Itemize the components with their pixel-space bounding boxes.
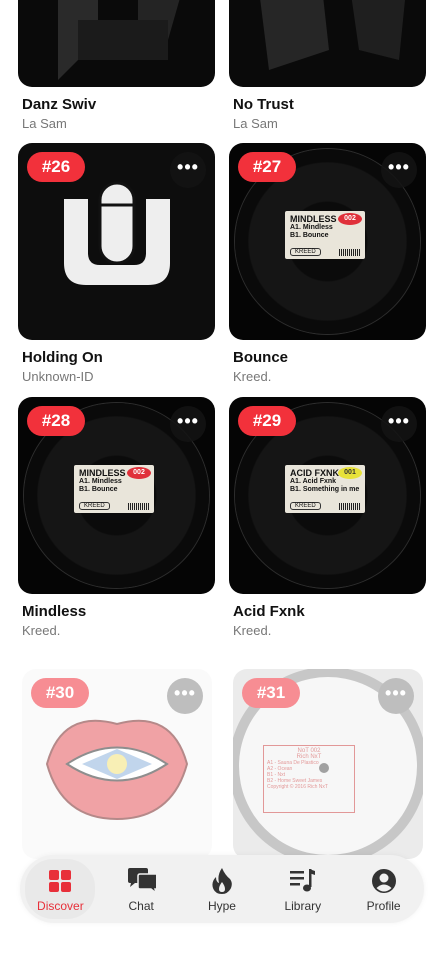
- person-circle-icon: [369, 866, 399, 896]
- nav-profile[interactable]: Profile: [349, 859, 419, 919]
- label-side-b: B1. Bounce: [290, 232, 329, 239]
- track-card[interactable]: MINDLESS 002 A1. Mindless B1. Bounce KRE…: [229, 143, 426, 384]
- track-title: Acid Fxnk: [233, 603, 305, 620]
- label-side-a: A1. Acid Fxnk: [290, 478, 337, 485]
- label-code: KREED: [290, 248, 321, 256]
- track-card[interactable]: #30 •••: [22, 669, 219, 859]
- more-options-button[interactable]: •••: [170, 152, 206, 188]
- label-side-b: B1. Bounce: [79, 486, 118, 493]
- album-art[interactable]: [18, 0, 215, 87]
- barcode-icon: [339, 503, 361, 510]
- label-side-b: B1. Something in me: [290, 486, 360, 493]
- track-card[interactable]: No Trust La Sam: [229, 0, 426, 131]
- rank-badge: #27: [238, 152, 296, 182]
- nav-label: Profile: [366, 898, 401, 913]
- more-options-button[interactable]: •••: [381, 152, 417, 188]
- label-tag: 001: [338, 467, 362, 479]
- track-card[interactable]: #26 ••• Holding On Unknown-ID: [18, 143, 215, 384]
- label-tag: 002: [127, 467, 151, 479]
- rank-badge: #31: [242, 678, 300, 708]
- album-art[interactable]: [229, 0, 426, 87]
- barcode-icon: [339, 249, 361, 256]
- track-card[interactable]: ACID FXNK 001 A1. Acid Fxnk B1. Somethin…: [229, 397, 426, 638]
- rank-badge: #29: [238, 406, 296, 436]
- label-code: KREED: [79, 502, 110, 510]
- track-title: Holding On: [22, 349, 103, 366]
- spindle-hole-icon: [319, 763, 329, 773]
- track-title: Mindless: [22, 603, 87, 620]
- music-list-icon: [288, 866, 318, 896]
- nav-discover[interactable]: Discover: [25, 859, 96, 919]
- track-artist: Unknown-ID: [22, 369, 94, 384]
- more-options-button[interactable]: •••: [378, 678, 414, 714]
- track-title: Bounce: [233, 349, 289, 366]
- flame-icon: [207, 866, 237, 896]
- album-art[interactable]: MINDLESS 002 A1. Mindless B1. Bounce KRE…: [18, 397, 215, 594]
- label-side-a: A1. Mindless: [79, 478, 122, 485]
- album-art[interactable]: MINDLESS 002 A1. Mindless B1. Bounce KRE…: [229, 143, 426, 340]
- rank-badge: #30: [31, 678, 89, 708]
- rank-badge: #26: [27, 152, 85, 182]
- label-side-a: A1. Mindless: [290, 224, 333, 231]
- barcode-icon: [128, 503, 150, 510]
- record-label: ACID FXNK 001 A1. Acid Fxnk B1. Somethin…: [285, 465, 365, 513]
- label-copyright: Copyright © 2016 Rich NxT: [267, 784, 328, 790]
- grid-icon: [45, 866, 75, 896]
- nav-label: Library: [284, 898, 322, 913]
- album-art[interactable]: ACID FXNK 001 A1. Acid Fxnk B1. Somethin…: [229, 397, 426, 594]
- track-title: No Trust: [233, 96, 294, 113]
- nav-library[interactable]: Library: [268, 859, 338, 919]
- album-art[interactable]: #30 •••: [22, 669, 212, 859]
- nav-label: Hype: [207, 898, 236, 913]
- nav-label: Discover: [37, 898, 84, 913]
- rank-badge: #28: [27, 406, 85, 436]
- album-art[interactable]: #26 •••: [18, 143, 215, 340]
- record-label: MINDLESS 002 A1. Mindless B1. Bounce KRE…: [285, 211, 365, 259]
- track-artist: La Sam: [22, 116, 67, 131]
- bottom-nav: Discover Chat Hype Library Profile: [20, 855, 424, 923]
- track-card[interactable]: Danz Swiv La Sam: [18, 0, 215, 131]
- track-title: Danz Swiv: [22, 96, 97, 113]
- chat-bubbles-icon: [126, 866, 157, 896]
- nav-chat[interactable]: Chat: [106, 859, 176, 919]
- nav-label: Chat: [128, 898, 154, 913]
- more-options-button[interactable]: •••: [170, 406, 206, 442]
- more-options-button[interactable]: •••: [167, 678, 203, 714]
- record-label: NoT 002 Rich NxT A1 - Sauna De Plastico …: [263, 745, 355, 813]
- track-artist: Kreed.: [233, 369, 272, 384]
- nav-hype[interactable]: Hype: [187, 859, 257, 919]
- track-artist: La Sam: [233, 116, 278, 131]
- track-card[interactable]: MINDLESS 002 A1. Mindless B1. Bounce KRE…: [18, 397, 215, 638]
- track-artist: Kreed.: [22, 623, 61, 638]
- more-options-button[interactable]: •••: [381, 406, 417, 442]
- track-artist: Kreed.: [233, 623, 272, 638]
- label-code: KREED: [290, 502, 321, 510]
- track-card[interactable]: NoT 002 Rich NxT A1 - Sauna De Plastico …: [233, 669, 430, 859]
- record-label: MINDLESS 002 A1. Mindless B1. Bounce KRE…: [74, 465, 154, 513]
- album-art[interactable]: NoT 002 Rich NxT A1 - Sauna De Plastico …: [233, 669, 423, 859]
- label-tag: 002: [338, 213, 362, 225]
